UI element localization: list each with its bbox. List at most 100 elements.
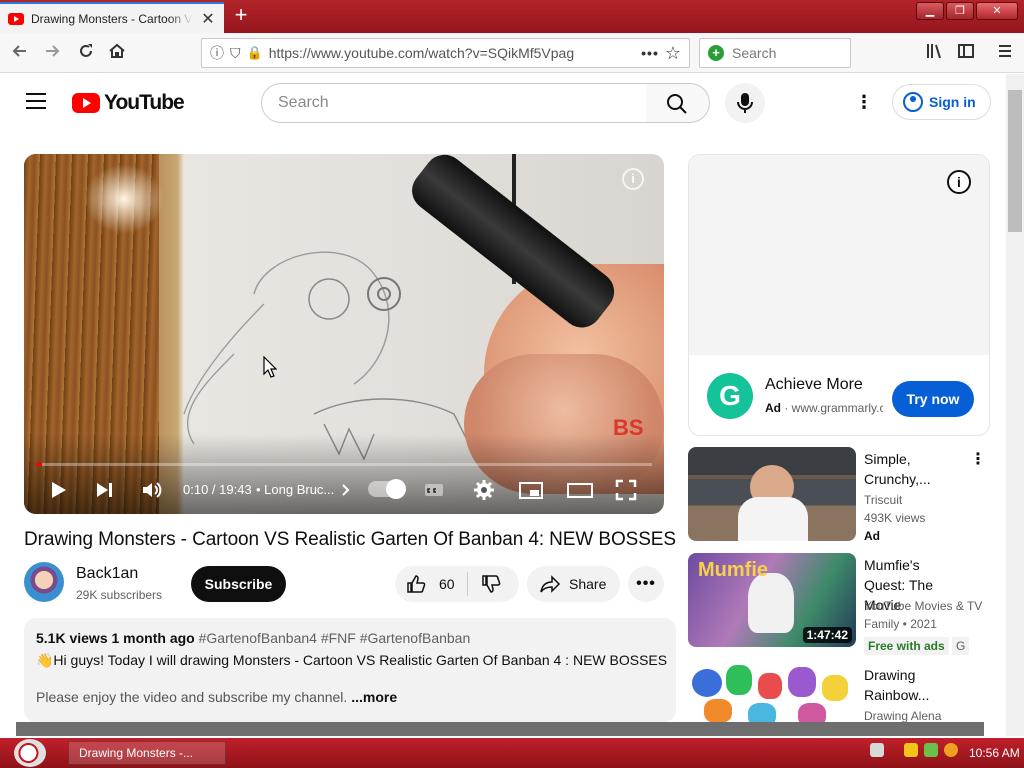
ad-label: Ad xyxy=(864,529,880,543)
theater-icon xyxy=(567,483,593,498)
recommendation-thumbnail[interactable] xyxy=(688,447,856,541)
hashtags[interactable]: #GartenofBanban4 #FNF #GartenofBanban xyxy=(199,630,471,646)
description-line-2: Please enjoy the video and subscribe my … xyxy=(36,689,664,705)
share-label: Share xyxy=(569,576,607,592)
window-controls: ▁ ❐ ✕ xyxy=(916,2,1018,20)
mute-button[interactable] xyxy=(140,478,168,502)
ad-label: Ad xyxy=(765,401,781,415)
sidebar-toggle-icon[interactable] xyxy=(954,41,978,65)
like-button[interactable]: 60 xyxy=(395,566,467,602)
fullscreen-button[interactable] xyxy=(614,478,642,502)
address-bar[interactable]: ⓘ ⛉ 🔒 https://www.youtube.com/watch?v=SQ… xyxy=(201,38,690,68)
horizontal-scrollbar[interactable] xyxy=(16,722,984,736)
channel-name[interactable]: Back1an xyxy=(76,565,138,583)
forward-arrow-icon[interactable] xyxy=(40,41,64,65)
lock-icon[interactable]: 🔒 xyxy=(247,45,263,61)
reload-icon[interactable] xyxy=(74,41,98,65)
recommendation-menu-icon[interactable]: ⋮ xyxy=(970,449,986,469)
description-box[interactable]: 5.1K views 1 month ago #GartenofBanban4 … xyxy=(24,618,676,722)
settings-button[interactable] xyxy=(472,478,500,502)
search-tray-icon[interactable] xyxy=(944,743,958,757)
miniplayer-button[interactable] xyxy=(518,478,546,502)
start-button[interactable] xyxy=(14,739,46,767)
try-now-button[interactable]: Try now xyxy=(892,381,974,417)
recommendation-views: 493K views xyxy=(864,511,926,525)
minimize-button[interactable]: ▁ xyxy=(916,2,944,20)
page-actions-icon[interactable]: ••• xyxy=(641,45,659,61)
recommendation-channel: Triscuit xyxy=(864,493,903,507)
library-icon[interactable] xyxy=(922,41,946,65)
info-icon[interactable]: ⓘ xyxy=(210,43,224,63)
video-player[interactable]: i BS 0:10 / 19:43 • Long Bruc... xyxy=(24,154,664,514)
chapter-title[interactable]: • Long Bruc... xyxy=(256,482,334,497)
recommendation-thumbnail[interactable]: Mumfie 1:47:42 xyxy=(688,553,856,647)
captions-icon xyxy=(425,484,443,496)
recommendation-title[interactable]: Simple, Crunchy,... xyxy=(864,449,964,489)
mouse-cursor-icon xyxy=(263,356,277,378)
youtube-search-input[interactable]: Search xyxy=(261,83,647,123)
maximize-button[interactable]: ❐ xyxy=(946,2,974,20)
ad-media xyxy=(689,155,989,355)
play-button[interactable] xyxy=(46,478,74,502)
more-actions-button[interactable]: ••• xyxy=(628,566,664,602)
tracking-protection-icon[interactable]: ⛉ xyxy=(230,45,241,62)
grammarly-logo[interactable]: G xyxy=(707,373,753,419)
menu-icon[interactable] xyxy=(993,41,1017,65)
chapter-chevron-icon[interactable] xyxy=(336,478,364,502)
recommendation-channel: YouTube Movies & TV xyxy=(864,599,983,613)
network-icon[interactable] xyxy=(924,743,938,757)
guide-menu-icon[interactable] xyxy=(26,93,46,109)
sign-in-button[interactable]: Sign in xyxy=(892,84,991,120)
page-scrollbar-thumb[interactable] xyxy=(1008,90,1022,232)
dislike-button[interactable] xyxy=(468,566,519,602)
like-dislike-group: 60 xyxy=(395,566,519,602)
microphone-icon xyxy=(737,93,753,113)
player-info-icon[interactable]: i xyxy=(622,168,644,190)
recommendation-item[interactable]: Mumfie 1:47:42 Mumfie's Quest: The Movie… xyxy=(688,553,990,655)
settings-kebab-icon[interactable]: ⋮ xyxy=(854,92,874,112)
voice-search-button[interactable] xyxy=(725,83,765,123)
back-arrow-icon[interactable] xyxy=(8,41,32,65)
browser-tab-active[interactable]: Drawing Monsters - Cartoon VS Realistic … xyxy=(0,2,224,33)
subtitles-button[interactable] xyxy=(422,478,450,502)
next-button[interactable] xyxy=(92,478,120,502)
ad-title[interactable]: Achieve More xyxy=(765,376,863,394)
recommendation-item[interactable]: Drawing Rainbow... Drawing Alena xyxy=(688,663,990,723)
taskbar-clock[interactable]: 10:56 AM xyxy=(969,746,1020,760)
browser-titlebar: Drawing Monsters - Cartoon VS Realistic … xyxy=(0,0,1024,33)
progress-bar[interactable] xyxy=(36,463,652,466)
home-icon[interactable] xyxy=(105,41,129,65)
sidebar-ad[interactable]: i G Achieve More Ad · www.grammarly.com … xyxy=(688,154,990,436)
tab-close-icon[interactable]: ✕ xyxy=(200,9,216,29)
description-text: Please enjoy the video and subscribe my … xyxy=(36,689,348,705)
browser-search-placeholder: Search xyxy=(732,45,777,61)
autoplay-toggle[interactable] xyxy=(368,479,406,499)
youtube-logo[interactable]: YouTube xyxy=(72,91,185,115)
recommendation-thumbnail[interactable] xyxy=(688,663,856,723)
youtube-search-button[interactable] xyxy=(646,83,710,123)
share-button[interactable]: Share xyxy=(527,566,620,602)
url-text[interactable]: https://www.youtube.com/watch?v=SQikMf5V… xyxy=(269,45,635,61)
recommendation-views: Family • 2021 xyxy=(864,617,937,631)
theater-mode-button[interactable] xyxy=(566,478,594,502)
ad-info-icon[interactable]: i xyxy=(947,170,971,194)
thumbs-up-icon xyxy=(407,575,426,593)
close-window-button[interactable]: ✕ xyxy=(976,2,1018,20)
browser-search-box[interactable]: + Search xyxy=(699,38,851,68)
new-tab-button[interactable]: + xyxy=(229,4,253,28)
taskbar-browser-item[interactable]: Drawing Monsters -... xyxy=(68,741,226,765)
recommendation-item[interactable]: Simple, Crunchy,... ⋮ Triscuit 493K view… xyxy=(688,447,990,543)
search-engine-icon[interactable]: + xyxy=(708,45,724,61)
shield-icon[interactable] xyxy=(904,743,918,757)
subscribe-button[interactable]: Subscribe xyxy=(191,566,286,602)
bookmark-star-icon[interactable]: ☆ xyxy=(665,43,681,64)
like-count: 60 xyxy=(439,576,455,592)
browser-toolbar: ⓘ ⛉ 🔒 https://www.youtube.com/watch?v=SQ… xyxy=(0,33,1024,73)
page-scrollbar[interactable] xyxy=(1006,74,1024,736)
keyboard-icon[interactable] xyxy=(870,743,884,757)
channel-avatar[interactable] xyxy=(24,562,64,602)
recommendation-channel: Drawing Alena xyxy=(864,709,942,723)
thumbnail-logo-text: Mumfie xyxy=(698,559,768,581)
recommendation-title[interactable]: Drawing Rainbow... xyxy=(864,665,964,705)
show-more-link[interactable]: ...more xyxy=(351,689,397,705)
